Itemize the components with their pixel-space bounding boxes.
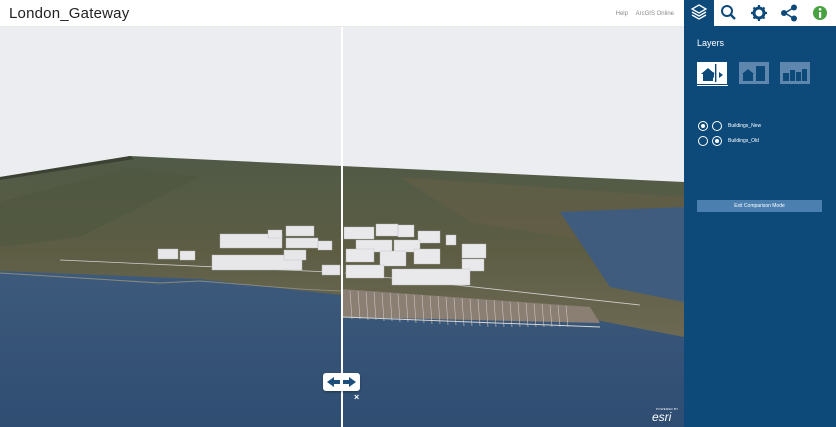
layer-row-buildings-new: Buildings_New [698, 120, 761, 131]
search-tool[interactable] [714, 0, 744, 26]
share-tool[interactable] [774, 0, 804, 26]
exit-comparison-button[interactable]: Exit Comparison Mode [697, 200, 822, 212]
arcgis-online-link[interactable]: ArcGIS Online [636, 11, 674, 17]
layers-tool[interactable] [684, 0, 714, 26]
thumbnail-buildings[interactable] [739, 62, 769, 84]
panel-toolbar [684, 0, 836, 26]
city-icon [780, 62, 810, 84]
help-link[interactable]: Help [616, 11, 628, 17]
search-icon [721, 5, 736, 20]
house-swipe-icon [697, 62, 727, 84]
app-header: London_Gateway Help ArcGIS Online [0, 0, 684, 27]
gear-icon [751, 5, 767, 21]
thumbnail-comparison[interactable] [697, 62, 727, 84]
powered-by-label: POWERED BY [656, 407, 679, 411]
buildings-icon [739, 62, 769, 84]
left-radio-buildings-old[interactable] [698, 135, 708, 146]
esri-logo: POWERED BY esri [652, 407, 678, 424]
thumbnail-city[interactable] [780, 62, 810, 84]
header-links: Help ArcGIS Online [610, 11, 674, 17]
right-radio-buildings-old[interactable] [712, 135, 722, 146]
info-tool[interactable] [804, 0, 836, 26]
swipe-close-button[interactable]: × [354, 392, 359, 402]
layer-row-buildings-old: Buildings_Old [698, 135, 759, 146]
side-panel: Layers Buildings_New Buildings_Old Exit … [684, 0, 836, 427]
thumbnail-selected-underline [697, 85, 728, 86]
info-icon [813, 6, 827, 20]
left-radio-buildings-new[interactable] [698, 120, 708, 131]
layers-icon [690, 4, 708, 20]
swipe-handle[interactable] [323, 373, 360, 391]
share-icon [781, 4, 797, 22]
swipe-divider[interactable] [341, 27, 343, 427]
panel-title: Layers [697, 38, 725, 48]
layer-label: Buildings_New [728, 122, 762, 129]
right-radio-buildings-new[interactable] [712, 120, 722, 131]
settings-tool[interactable] [744, 0, 774, 26]
swipe-arrows-icon [327, 377, 356, 387]
app-title: London_Gateway [9, 5, 130, 22]
esri-wordmark: esri [652, 410, 672, 424]
layer-label: Buildings_Old [728, 137, 759, 144]
